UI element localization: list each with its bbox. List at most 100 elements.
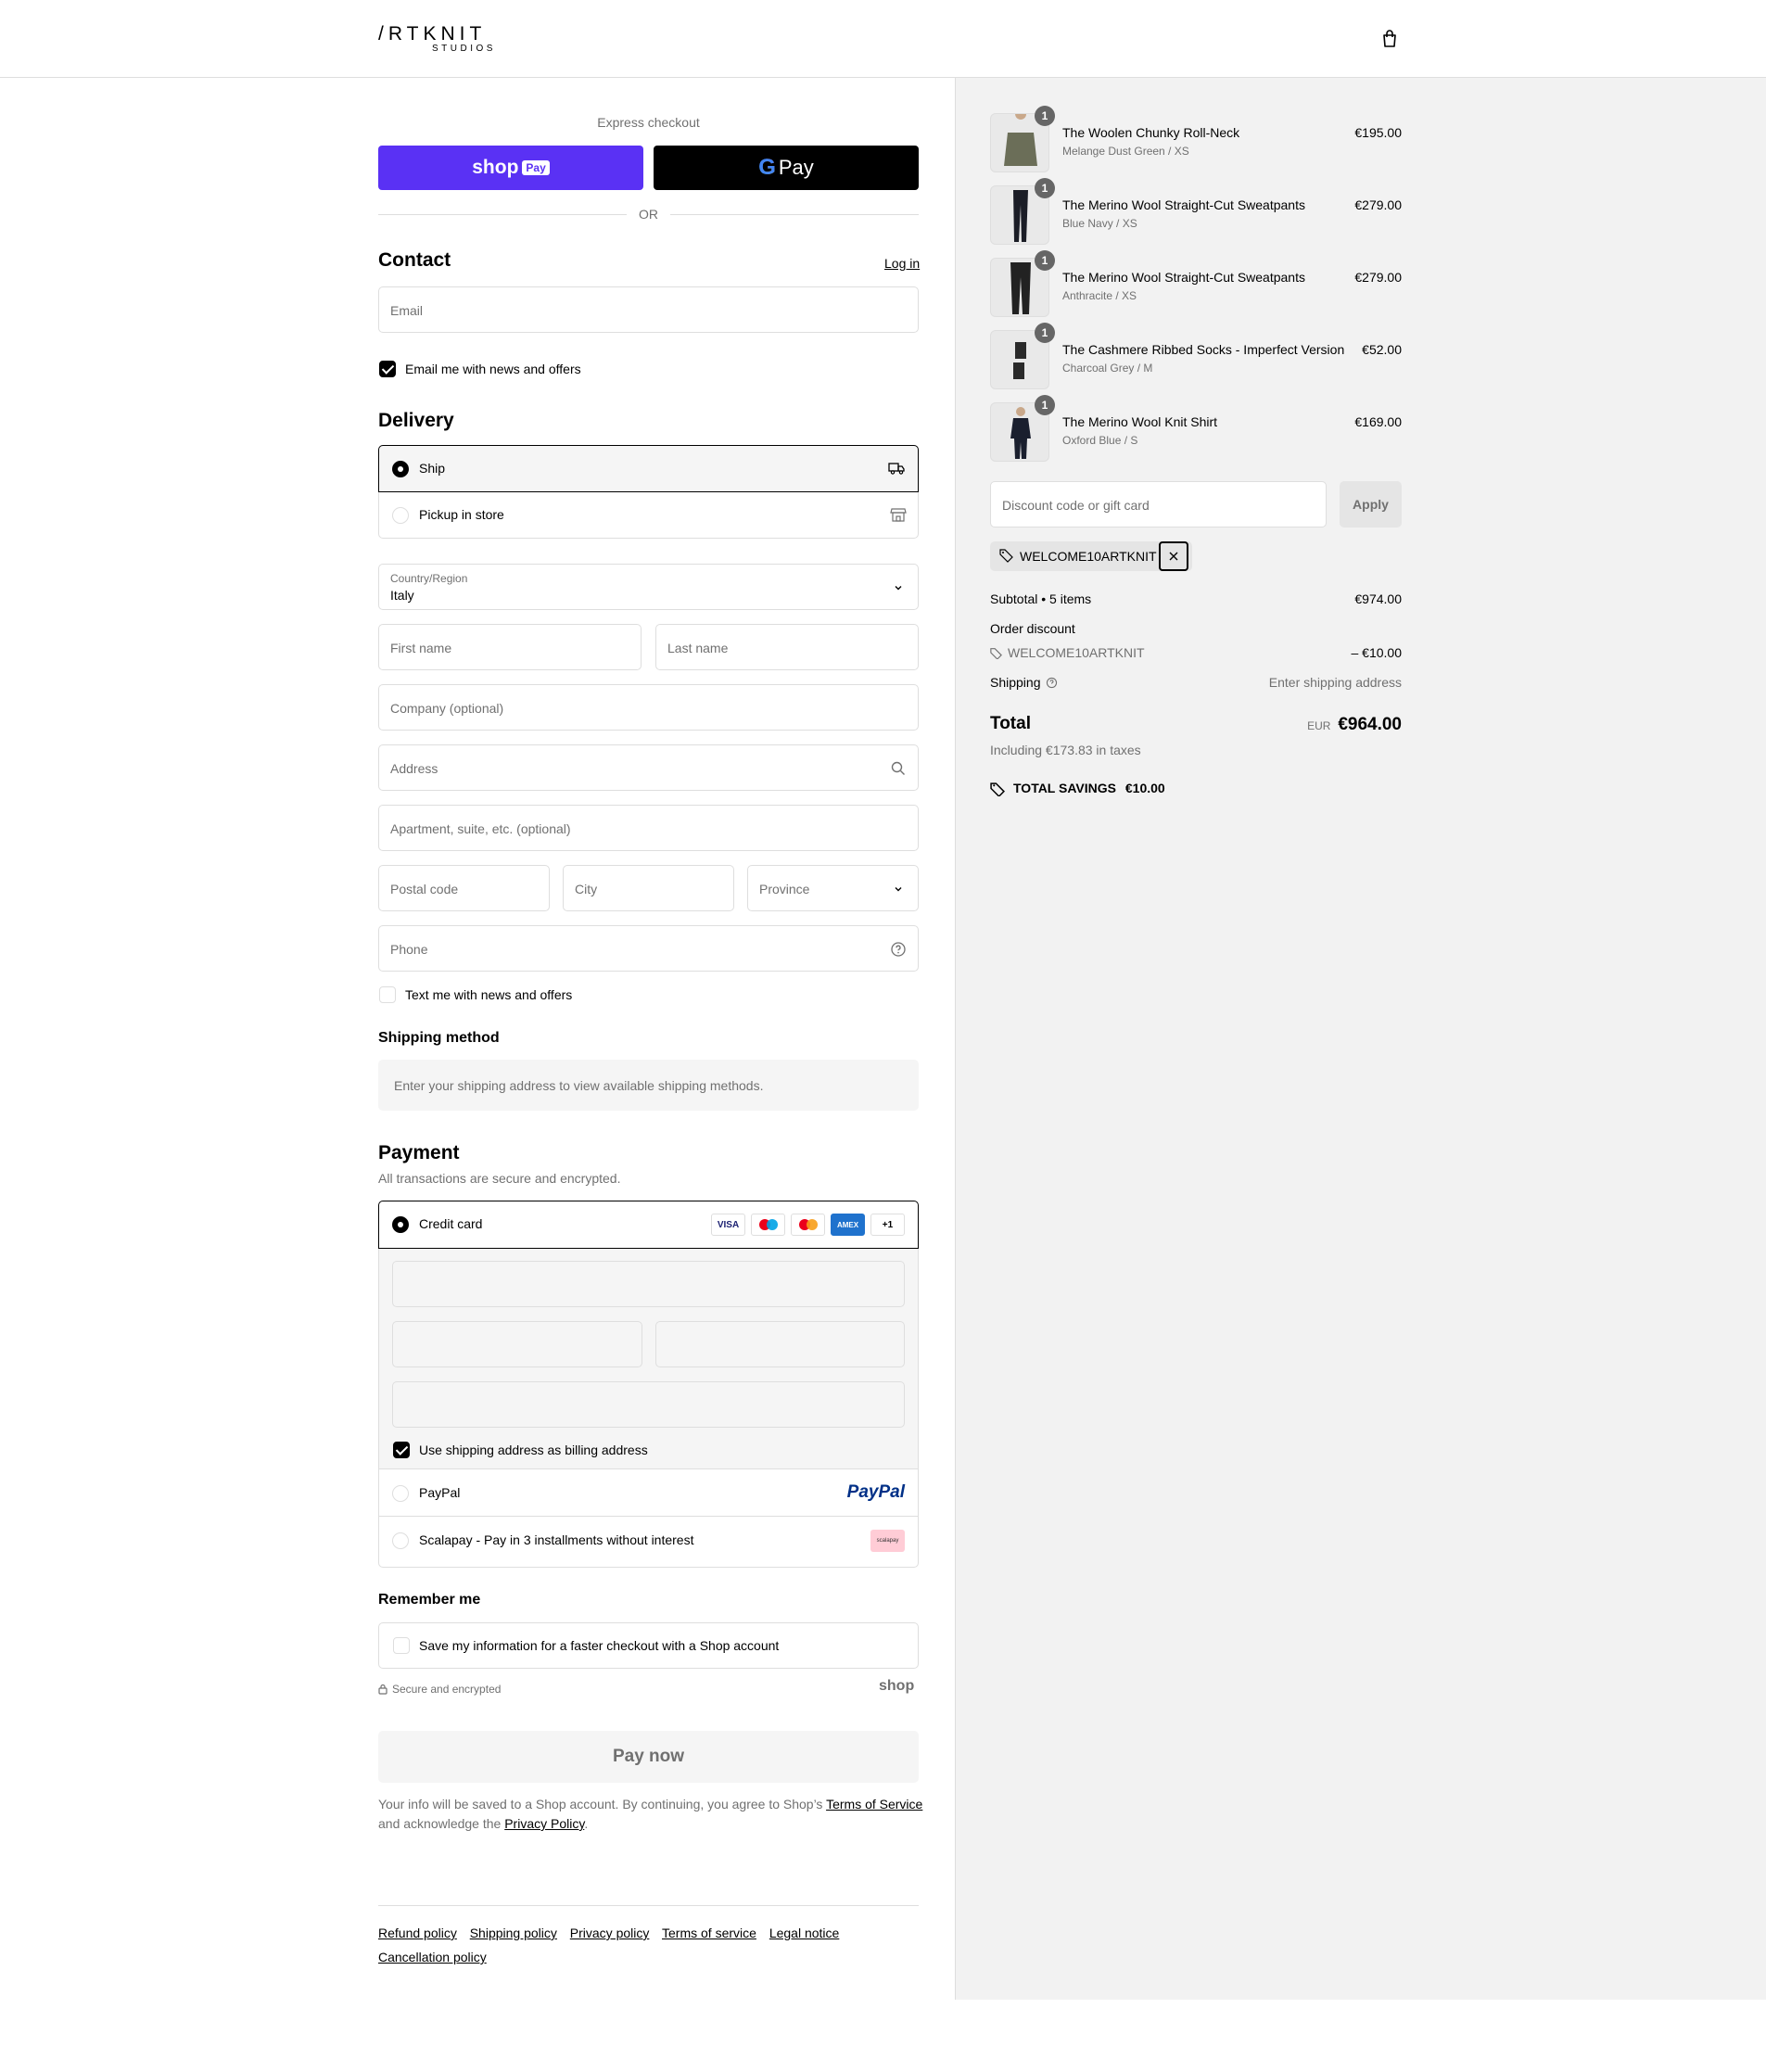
contact-heading: Contact xyxy=(378,249,451,271)
shipping-value: Enter shipping address xyxy=(1268,675,1402,690)
shop-pay-button[interactable]: shop Pay xyxy=(378,146,643,190)
secure-encrypted-text: Secure and encrypted xyxy=(392,1683,502,1696)
more-cards-badge: +1 xyxy=(870,1214,905,1236)
brand-logo[interactable]: /RTKNIT STUDIOS xyxy=(378,24,496,54)
google-pay-label: Pay xyxy=(778,156,814,179)
country-value: Italy xyxy=(390,588,414,603)
savings-tag-icon xyxy=(990,782,1005,796)
country-select[interactable]: Country/Region Italy xyxy=(378,564,919,610)
amex-icon: AMEX xyxy=(831,1214,865,1236)
billing-address-checkbox[interactable] xyxy=(393,1442,410,1458)
order-discount-label: Order discount xyxy=(990,621,1075,636)
footer-divider xyxy=(378,1905,919,1906)
subtotal-row: Subtotal • 5 items €974.00 xyxy=(990,591,1402,606)
shipping-method-heading: Shipping method xyxy=(378,1030,500,1046)
email-field[interactable]: Email xyxy=(378,286,919,333)
applied-discount-tag: WELCOME10ARTKNIT xyxy=(990,541,1192,571)
phone-field[interactable]: Phone xyxy=(378,925,919,972)
quantity-badge: 1 xyxy=(1035,178,1055,198)
cart-item: 1 The Woolen Chunky Roll-Neck Melange Du… xyxy=(990,106,1402,172)
paypal-label: PayPal xyxy=(419,1485,461,1500)
sms-checkbox[interactable] xyxy=(379,986,396,1003)
paypal-radio[interactable] xyxy=(392,1485,409,1502)
discount-placeholder: Discount code or gift card xyxy=(1002,498,1150,513)
privacy-policy-footer-link[interactable]: Privacy policy xyxy=(570,1926,650,1940)
currency-code: EUR xyxy=(1307,719,1331,732)
province-select[interactable]: Province xyxy=(747,865,919,911)
remember-me-box: Save my information for a faster checkou… xyxy=(378,1622,919,1669)
pickup-label: Pickup in store xyxy=(419,507,504,522)
discount-code-input[interactable]: Discount code or gift card xyxy=(990,481,1327,528)
delivery-option-ship[interactable]: Ship xyxy=(378,445,919,492)
postal-code-field[interactable]: Postal code xyxy=(378,865,550,911)
header: /RTKNIT STUDIOS xyxy=(0,0,1766,78)
shipping-method-notice: Enter your shipping address to view avai… xyxy=(378,1060,919,1111)
card-number-field[interactable] xyxy=(392,1261,905,1307)
privacy-policy-link[interactable]: Privacy Policy xyxy=(504,1816,584,1831)
item-price: €195.00 xyxy=(1354,125,1402,140)
shopping-bag-icon[interactable] xyxy=(1379,29,1400,49)
pay-now-button[interactable]: Pay now xyxy=(378,1731,919,1783)
credit-card-radio[interactable] xyxy=(392,1216,409,1233)
payment-methods: Credit card VISA AMEX +1 Use shipping ad… xyxy=(378,1201,919,1568)
mastercard-icon xyxy=(791,1214,825,1236)
cart-item: 1 The Merino Wool Straight-Cut Sweatpant… xyxy=(990,178,1402,245)
payment-option-paypal[interactable]: PayPal PayPal xyxy=(379,1470,918,1517)
newsletter-checkbox[interactable] xyxy=(379,361,396,377)
company-field[interactable]: Company (optional) xyxy=(378,684,919,731)
shipping-policy-link[interactable]: Shipping policy xyxy=(470,1926,557,1940)
last-name-field[interactable]: Last name xyxy=(655,624,919,670)
terms-of-service-footer-link[interactable]: Terms of service xyxy=(662,1926,756,1940)
subtotal-value: €974.00 xyxy=(1354,591,1402,606)
item-name: The Merino Wool Knit Shirt xyxy=(1062,414,1218,429)
scalapay-radio[interactable] xyxy=(392,1532,409,1549)
item-name: The Woolen Chunky Roll-Neck xyxy=(1062,125,1240,140)
address-field[interactable]: Address xyxy=(378,744,919,791)
legal-notice-link[interactable]: Legal notice xyxy=(769,1926,840,1940)
applied-discount-code: WELCOME10ARTKNIT xyxy=(1020,549,1157,564)
pickup-radio[interactable] xyxy=(392,507,409,524)
quantity-badge: 1 xyxy=(1035,106,1055,126)
payment-heading: Payment xyxy=(378,1142,460,1163)
card-cvv-field[interactable] xyxy=(655,1321,905,1367)
payment-option-scalapay[interactable]: Scalapay - Pay in 3 installments without… xyxy=(379,1518,918,1564)
address-placeholder: Address xyxy=(390,761,438,776)
save-info-checkbox[interactable] xyxy=(393,1637,410,1654)
store-icon xyxy=(890,508,907,522)
ship-radio[interactable] xyxy=(392,461,409,477)
terms-of-service-link[interactable]: Terms of Service xyxy=(826,1797,922,1811)
save-info-label: Save my information for a faster checkou… xyxy=(419,1638,780,1653)
apply-discount-button[interactable]: Apply xyxy=(1340,481,1402,528)
login-link[interactable]: Log in xyxy=(884,256,920,271)
express-checkout-title: Express checkout xyxy=(597,115,700,130)
total-savings-label: TOTAL SAVINGS xyxy=(1013,781,1116,795)
cancellation-policy-link[interactable]: Cancellation policy xyxy=(378,1950,487,1964)
help-circle-icon[interactable] xyxy=(1046,677,1058,689)
total-row: Total EUR €964.00 xyxy=(990,714,1402,734)
remove-discount-button[interactable] xyxy=(1158,541,1188,571)
payment-option-credit-card[interactable]: Credit card VISA AMEX +1 xyxy=(378,1201,919,1249)
legal-text-1: Your info will be saved to a Shop accoun… xyxy=(378,1797,823,1811)
scalapay-logo: scalapay xyxy=(870,1530,905,1552)
city-field[interactable]: City xyxy=(563,865,734,911)
apartment-field[interactable]: Apartment, suite, etc. (optional) xyxy=(378,805,919,851)
legal-notice: Your info will be saved to a Shop accoun… xyxy=(378,1795,925,1834)
first-name-field[interactable]: First name xyxy=(378,624,642,670)
footer-links: Refund policy Shipping policy Privacy po… xyxy=(378,1921,919,1969)
apartment-placeholder: Apartment, suite, etc. (optional) xyxy=(390,821,571,836)
remember-me-heading: Remember me xyxy=(378,1592,481,1608)
item-variant: Oxford Blue / S xyxy=(1062,434,1138,447)
ship-label: Ship xyxy=(419,461,446,476)
tag-icon xyxy=(990,648,1002,659)
delivery-heading: Delivery xyxy=(378,410,454,431)
discount-amount: – €10.00 xyxy=(1351,645,1403,660)
google-pay-button[interactable]: G Pay xyxy=(654,146,919,190)
item-variant: Melange Dust Green / XS xyxy=(1062,145,1189,158)
card-expiry-field[interactable] xyxy=(392,1321,642,1367)
delivery-option-pickup[interactable]: Pickup in store xyxy=(379,492,920,539)
card-name-field[interactable] xyxy=(392,1381,905,1428)
google-g-icon: G xyxy=(758,155,776,180)
refund-policy-link[interactable]: Refund policy xyxy=(378,1926,457,1940)
help-circle-icon[interactable] xyxy=(890,941,907,958)
order-discount-row: Order discount xyxy=(990,621,1402,636)
